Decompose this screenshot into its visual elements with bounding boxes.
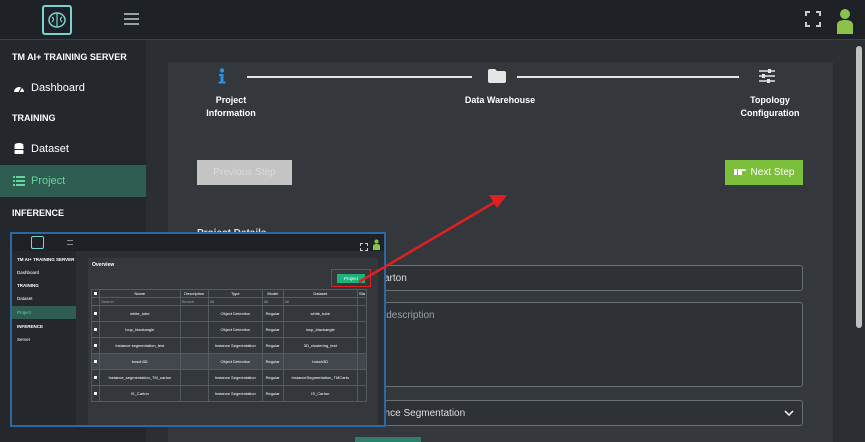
annotation-arrow	[358, 195, 507, 284]
